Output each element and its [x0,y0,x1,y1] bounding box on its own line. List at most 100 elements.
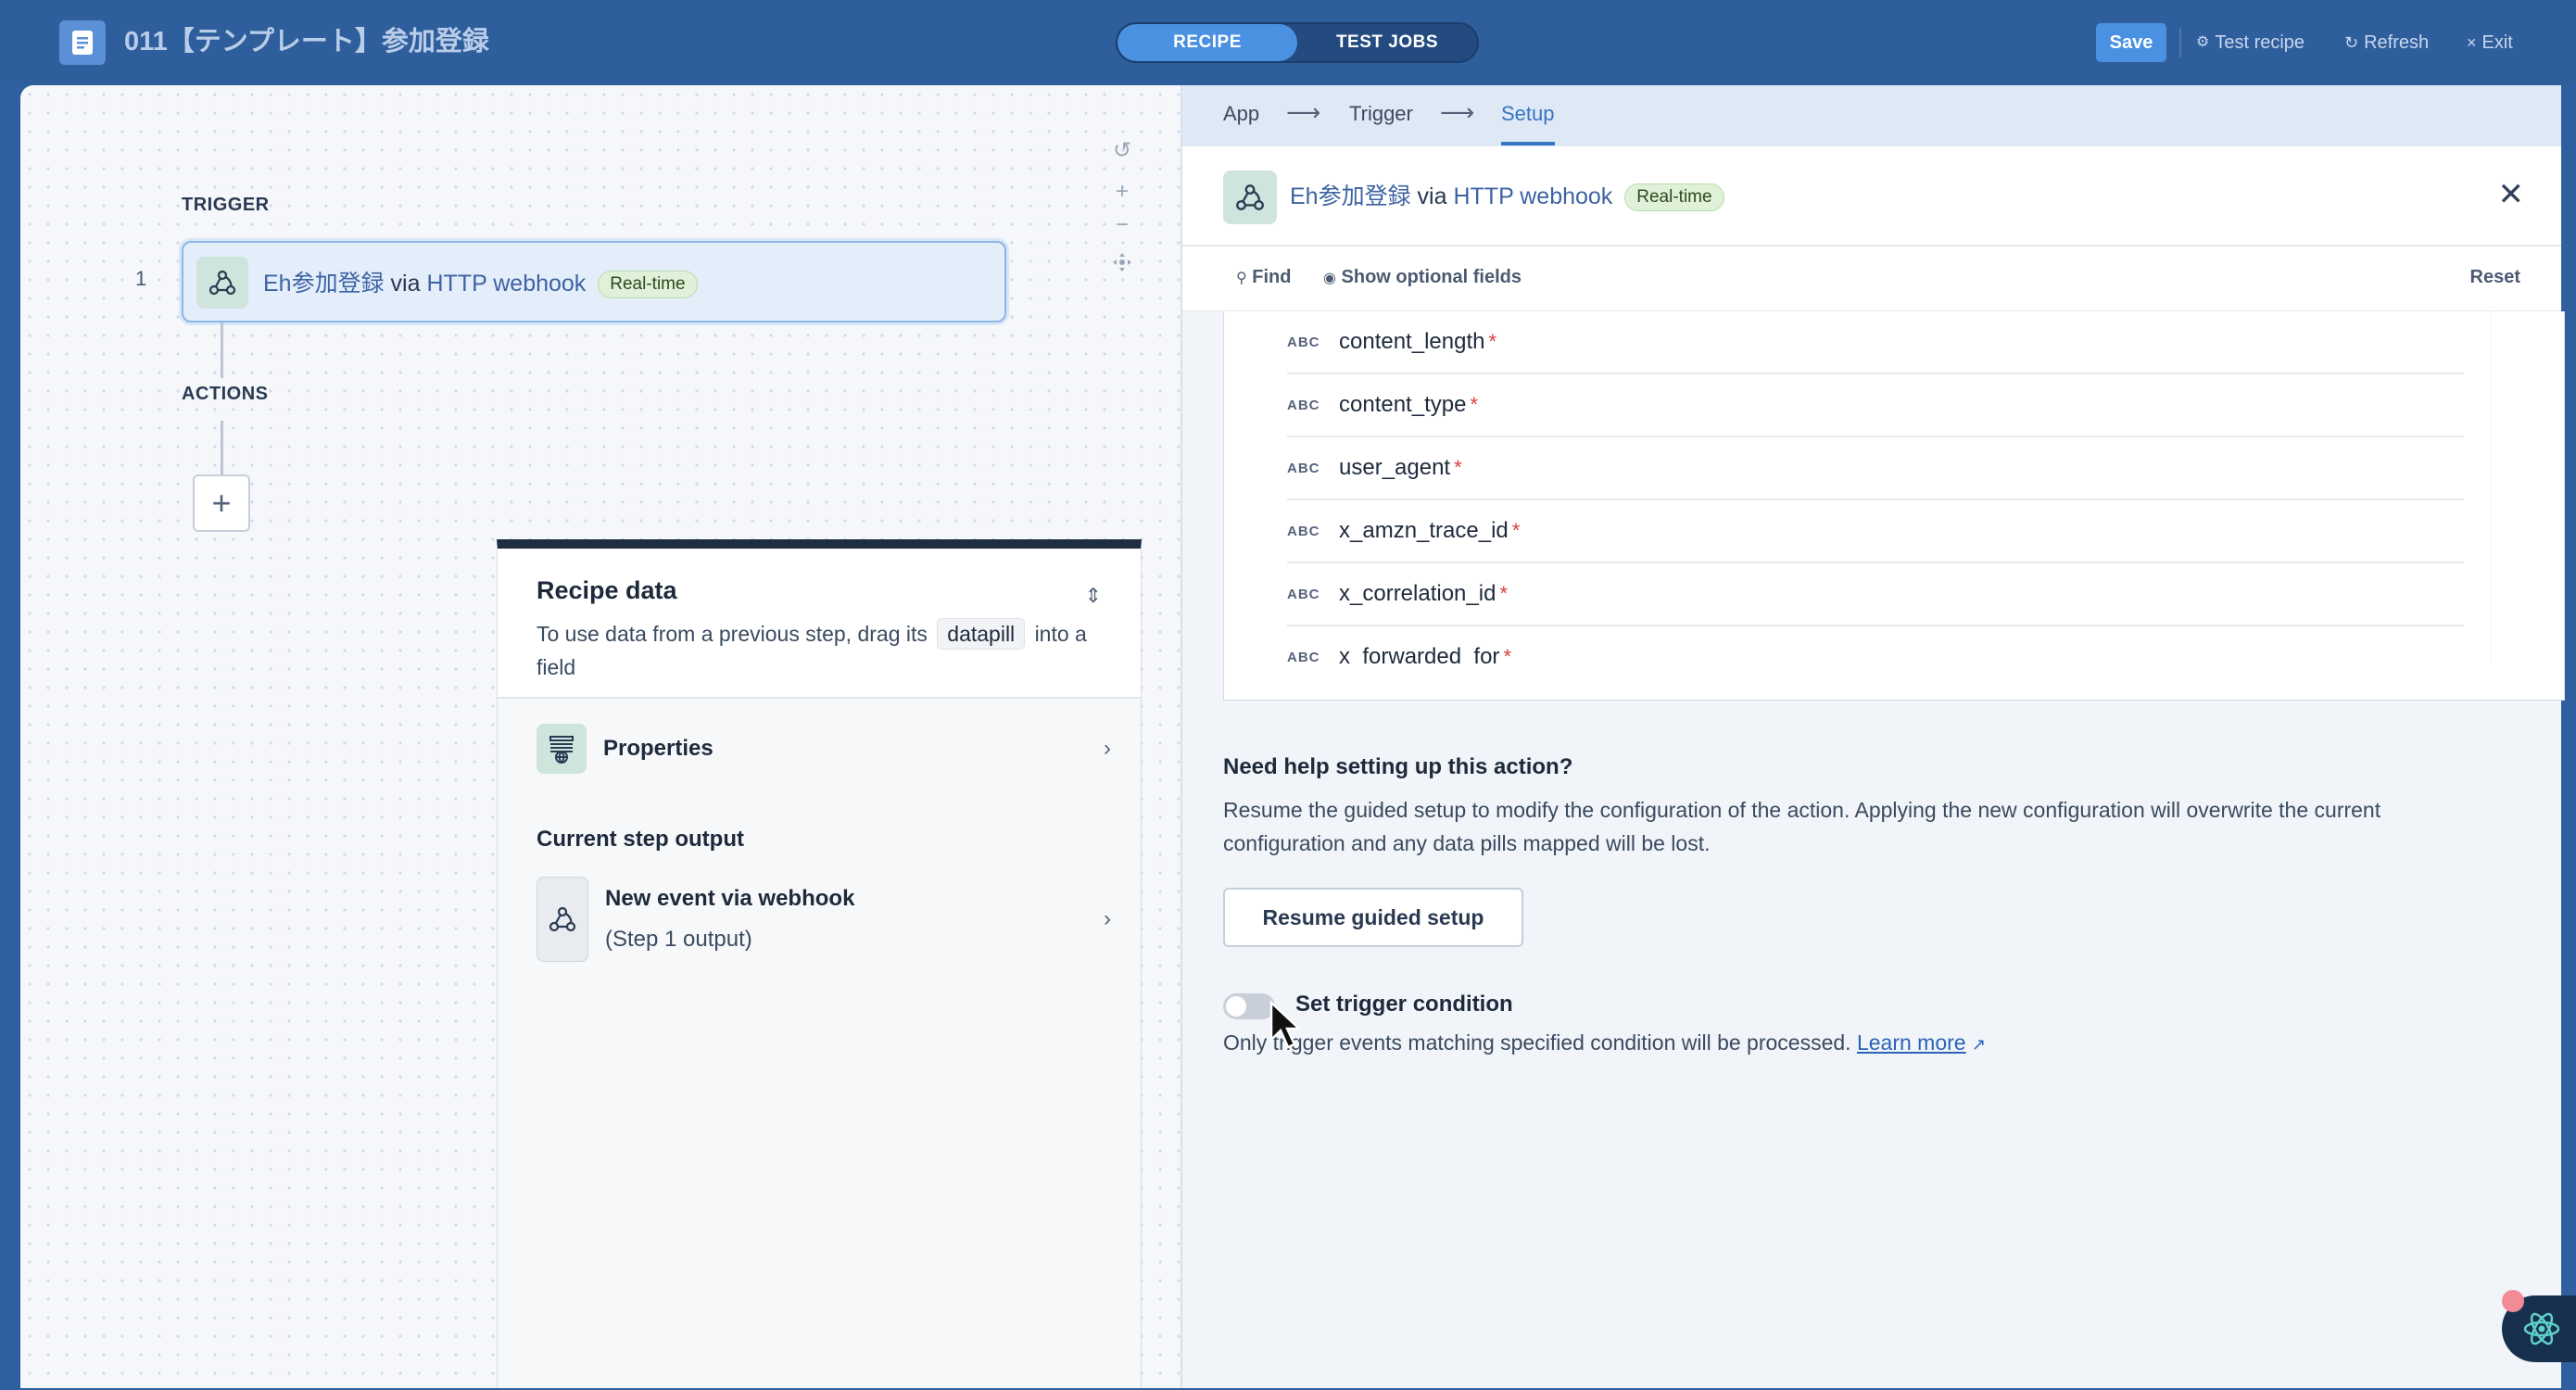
learn-more-link[interactable]: Learn more [1857,1030,1966,1055]
exit-button[interactable]: × Exit [2467,28,2513,57]
field-type: ABC [1287,523,1320,539]
save-button[interactable]: Save [2096,23,2166,62]
mode-toggle: RECIPE TEST JOBS [1116,22,1479,63]
trigger-condition-label: Set trigger condition [1295,992,1513,1017]
arrow-right-icon: ⟶ [1440,98,1475,126]
step-output-text: New event via webhook (Step 1 output) [605,878,854,960]
search-icon: ⚲ [1236,271,1247,286]
field-row[interactable]: ABC content_type * [1287,374,2464,437]
help-text: Resume the guided setup to modify the co… [1223,798,2381,855]
close-icon: × [2467,33,2477,52]
breadcrumb: App ⟶ Trigger ⟶ Setup [1182,85,2561,146]
find-button[interactable]: ⚲ Find [1236,267,1292,288]
webhook-icon [1223,171,1277,224]
active-crumb-indicator [1501,142,1555,145]
realtime-badge: Real-time [598,271,698,298]
webhook-icon [537,877,588,962]
chevron-right-icon: › [1104,906,1111,931]
connector-line [221,421,223,474]
eye-icon: ◉ [1323,271,1336,286]
field-name: x_correlation_id [1339,581,1496,606]
field-type: ABC [1287,397,1320,413]
exit-label: Exit [2481,32,2513,53]
field-name: content_length [1339,329,1485,354]
show-optional-fields-button[interactable]: ◉ Show optional fields [1323,267,1522,288]
trigger-condition-description: Only trigger events matching specified c… [1223,1030,1986,1055]
reset-button[interactable]: Reset [2470,267,2520,288]
setup-title: Eh参加登録 via HTTP webhook Real-time [1290,178,1724,211]
step-output-row[interactable]: New event via webhook (Step 1 output) › [537,875,1111,964]
condition-text: Only trigger events matching specified c… [1223,1030,1851,1055]
current-step-output-label: Current step output [537,827,744,852]
actions-section-label: ACTIONS [182,384,269,404]
field-row[interactable]: ABC user_agent * [1287,437,2464,500]
field-row[interactable]: ABC x_correlation_id * [1287,563,2464,626]
toggle-knob [1226,996,1246,1017]
desc-before: To use data from a previous step, drag i… [537,622,928,646]
required-marker: * [1499,582,1508,605]
webhook-icon [196,257,248,309]
recipe-document-icon[interactable] [59,20,106,65]
setup-header: Eh参加登録 via HTTP webhook Real-time ✕ [1182,146,2561,246]
required-marker: * [1488,330,1497,353]
trigger-step-card[interactable]: Eh参加登録 via HTTP webhook Real-time [182,241,1006,322]
setup-toolbar: ⚲ Find ◉ Show optional fields Reset [1182,246,2561,311]
refresh-button[interactable]: ↻ Refresh [2344,28,2429,57]
external-link-icon: ↗ [1971,1035,1987,1054]
refresh-label: Refresh [2364,32,2430,53]
properties-icon [537,724,587,774]
step-output-title: New event via webhook [605,886,855,911]
zoom-in-icon[interactable]: + [1108,178,1136,206]
top-bar: 011【テンプレート】参加登録 RECIPE TEST JOBS Save ⚙ … [0,0,2576,85]
crumb-app[interactable]: App [1223,102,1259,126]
required-marker: * [1470,393,1478,416]
refresh-icon: ↻ [2344,33,2359,52]
fields-container: ABC content_length * ABC content_type * … [1223,311,2565,701]
field-name: x_forwarded_for [1339,644,1500,663]
field-row[interactable]: ABC x_amzn_trace_id * [1287,500,2464,563]
field-type: ABC [1287,460,1320,476]
setup-connector: HTTP webhook [1453,183,1613,209]
crumb-trigger[interactable]: Trigger [1349,102,1413,126]
field-row[interactable]: ABC x_forwarded_for * [1287,626,2464,663]
crumb-setup[interactable]: Setup [1501,102,1555,126]
close-icon[interactable]: ✕ [2498,176,2525,213]
recipe-data-header: Recipe data ⇕ To use data from a previou… [498,549,1141,699]
chevron-right-icon: › [1104,736,1111,761]
fields-list[interactable]: ABC content_length * ABC content_type * … [1261,311,2492,663]
recipe-data-description: To use data from a previous step, drag i… [537,617,1130,684]
arrow-right-icon: ⟶ [1286,98,1321,126]
field-type: ABC [1287,334,1320,350]
zoom-out-icon[interactable]: − [1108,211,1136,239]
recipe-canvas[interactable]: ↺ + − TRIGGER 1 Eh参加登録 via HTTP webhook … [20,85,1181,1388]
setup-trigger-name: Eh参加登録 [1290,183,1411,209]
field-type: ABC [1287,586,1320,602]
trigger-via: via [390,271,421,297]
atom-icon [2523,1312,2560,1346]
resume-guided-setup-button[interactable]: Resume guided setup [1223,888,1523,947]
tab-recipe[interactable]: RECIPE [1118,24,1297,61]
field-name: user_agent [1339,455,1451,480]
recipe-title[interactable]: 011【テンプレート】参加登録 [124,22,489,61]
field-row[interactable]: ABC content_length * [1287,311,2464,374]
test-recipe-label: Test recipe [2215,32,2305,53]
step-output-subtitle: (Step 1 output) [605,927,752,952]
tab-test-jobs[interactable]: TEST JOBS [1297,24,1477,61]
field-name: x_amzn_trace_id [1339,518,1509,543]
collapse-icon[interactable]: ⇕ [1085,584,1102,608]
fit-view-icon[interactable] [1108,252,1136,280]
realtime-badge: Real-time [1624,183,1724,211]
trigger-section-label: TRIGGER [182,195,270,215]
help-title: Need help setting up this action? [1223,754,1573,779]
trigger-step-title: Eh参加登録 via HTTP webhook Real-time [263,265,698,298]
find-label: Find [1252,267,1292,287]
test-recipe-button[interactable]: ⚙ Test recipe [2196,28,2305,57]
add-step-button[interactable]: + [193,474,250,532]
trigger-condition-toggle[interactable] [1223,993,1275,1019]
mouse-cursor-icon [1269,1001,1303,1049]
required-marker: * [1454,456,1462,479]
recipe-data-panel: Recipe data ⇕ To use data from a previou… [497,539,1142,1388]
reset-view-icon[interactable]: ↺ [1108,137,1136,165]
properties-row[interactable]: Properties › [537,721,1111,777]
properties-label: Properties [603,736,713,761]
